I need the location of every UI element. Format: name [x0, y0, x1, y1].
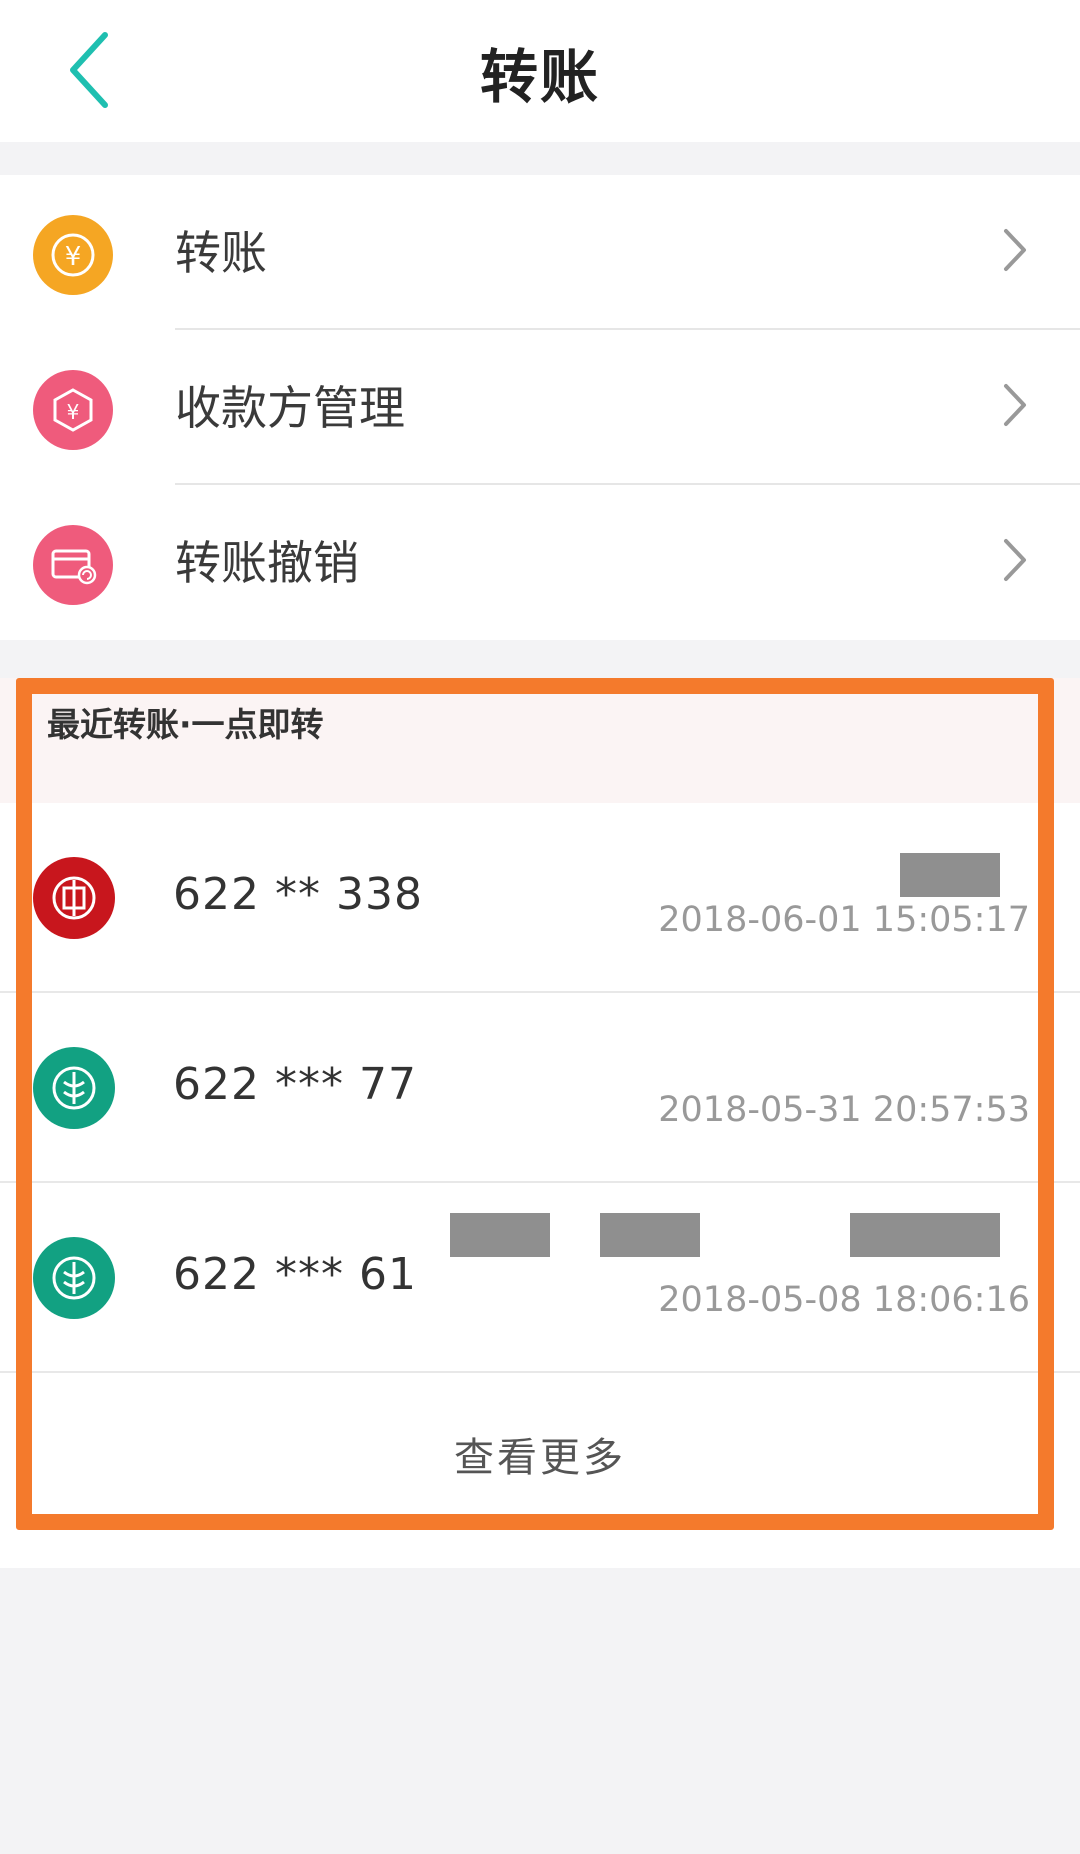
redacted-name [850, 1213, 1000, 1257]
icbc-logo-icon [33, 857, 115, 939]
transfer-record[interactable]: 622 *** 77 2018-05-31 20:57:53 [0, 993, 1080, 1181]
menu-item-label: 转账撤销 [175, 536, 359, 590]
transfer-time: 2018-05-08 18:06:16 [658, 1280, 1030, 1320]
recent-transfers-header: 最近转账·一点即转 [0, 678, 1080, 803]
menu-item-transfer[interactable]: ¥ 转账 [0, 175, 1080, 330]
transfer-record[interactable]: 622 *** 61 2018-05-08 18:06:16 [0, 1183, 1080, 1371]
redacted-name [900, 853, 1000, 897]
page-title: 转账 [479, 43, 600, 111]
chevron-right-icon [1004, 539, 1026, 581]
transfer-time: 2018-05-31 20:57:53 [658, 1090, 1030, 1130]
recent-transfers-section: 最近转账·一点即转 622 ** 338 2018-06-01 15:05:17… [0, 678, 1080, 1568]
redacted-name [450, 1213, 550, 1257]
menu-item-label: 转账 [175, 226, 267, 280]
menu-item-transfer-cancel[interactable]: 转账撤销 [0, 485, 1080, 640]
account-number: 622 ** 338 [173, 869, 423, 920]
abc-logo-icon [33, 1047, 115, 1129]
svg-text:¥: ¥ [67, 400, 80, 424]
transfer-record[interactable]: 622 ** 338 2018-06-01 15:05:17 [0, 803, 1080, 991]
chevron-right-icon [1004, 229, 1026, 271]
card-undo-icon [33, 525, 113, 605]
svg-text:¥: ¥ [65, 242, 82, 272]
view-more-button[interactable]: 查看更多 [0, 1373, 1080, 1543]
abc-logo-icon [33, 1237, 115, 1319]
top-bar: 转账 [0, 0, 1080, 142]
payee-hexagon-icon: ¥ [33, 370, 113, 450]
account-number: 622 *** 61 [173, 1249, 417, 1300]
chevron-right-icon [1004, 384, 1026, 426]
transfer-menu: ¥ 转账 ¥ 收款方管理 转账撤销 [0, 175, 1080, 640]
transfer-time: 2018-06-01 15:05:17 [658, 900, 1030, 940]
menu-item-payee-management[interactable]: ¥ 收款方管理 [0, 330, 1080, 485]
account-number: 622 *** 77 [173, 1059, 417, 1110]
redacted-name [600, 1213, 700, 1257]
menu-item-label: 收款方管理 [175, 381, 405, 435]
yuan-transfer-icon: ¥ [33, 215, 113, 295]
section-title: 最近转账·一点即转 [47, 705, 324, 744]
